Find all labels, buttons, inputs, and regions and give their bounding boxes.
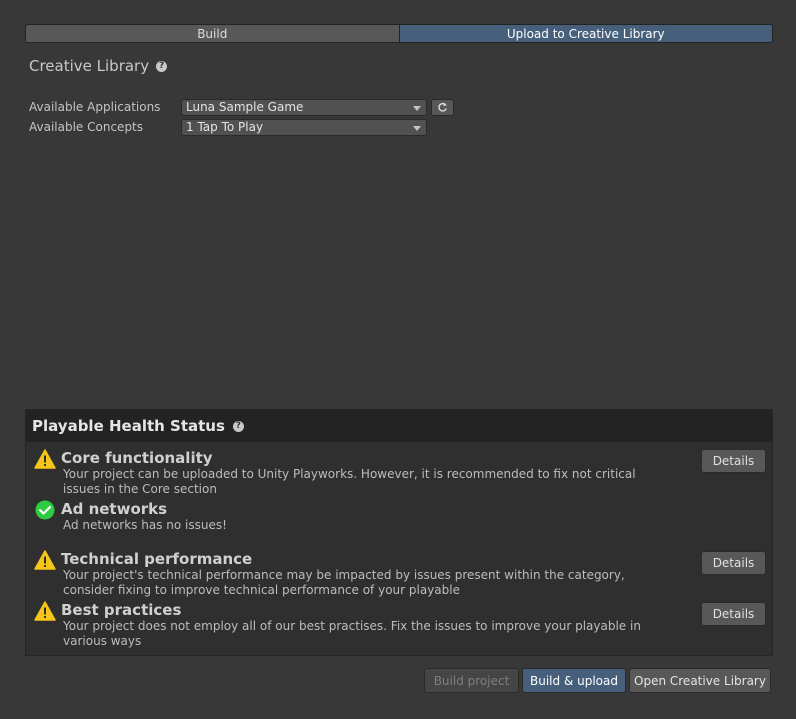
health-status-title: Playable Health Status — [32, 417, 225, 435]
health-item-technical-performance: Technical performance Your project's tec… — [26, 550, 772, 602]
chevron-down-icon — [413, 105, 421, 111]
core-functionality-details-button[interactable]: Details — [701, 449, 766, 473]
health-item-title: Best practices — [61, 601, 182, 619]
applications-row: Available Applications Luna Sample Game — [29, 98, 454, 116]
health-item-title: Ad networks — [61, 500, 168, 518]
open-creative-library-button[interactable]: Open Creative Library — [629, 668, 771, 693]
health-item-core-functionality: Core functionality Your project can be u… — [26, 449, 772, 501]
health-status-header: Playable Health Status ? — [26, 410, 772, 442]
applications-value: Luna Sample Game — [186, 100, 304, 114]
health-item-ad-networks: Ad networks Ad networks has no issues! — [26, 500, 772, 536]
section-title: Creative Library — [29, 57, 150, 75]
health-status-panel: Playable Health Status ? Core functional… — [25, 409, 773, 656]
section-header: Creative Library ? — [29, 57, 168, 75]
health-item-description: Your project can be uploaded to Unity Pl… — [63, 467, 636, 496]
concepts-label: Available Concepts — [29, 120, 144, 134]
warning-icon — [34, 601, 56, 621]
health-item-best-practices: Best practices Your project does not emp… — [26, 601, 772, 653]
mode-tabs: Build Upload to Creative Library — [25, 24, 773, 43]
question-circle-icon[interactable]: ? — [156, 60, 168, 72]
best-practices-details-button[interactable]: Details — [701, 602, 766, 626]
applications-dropdown[interactable]: Luna Sample Game — [181, 98, 427, 116]
refresh-applications-button[interactable] — [431, 98, 454, 116]
health-item-title: Core functionality — [61, 449, 213, 467]
health-item-description: Ad networks has no issues! — [63, 518, 227, 532]
health-item-title: Technical performance — [61, 550, 253, 568]
concepts-value: 1 Tap To Play — [186, 120, 264, 134]
build-project-button[interactable]: Build project — [424, 668, 519, 693]
concepts-dropdown[interactable]: 1 Tap To Play — [181, 118, 427, 136]
warning-icon — [34, 449, 56, 469]
health-item-description: Your project's technical performance may… — [63, 568, 625, 597]
refresh-icon — [438, 102, 447, 112]
warning-icon — [34, 550, 56, 570]
concepts-row: Available Concepts 1 Tap To Play — [29, 118, 427, 136]
build-and-upload-button[interactable]: Build & upload — [522, 668, 626, 693]
check-icon — [35, 500, 55, 520]
chevron-down-icon — [413, 125, 421, 131]
question-circle-icon[interactable]: ? — [232, 420, 244, 432]
tab-upload-to-creative-library[interactable]: Upload to Creative Library — [398, 25, 772, 42]
health-item-description: Your project does not employ all of our … — [63, 619, 641, 648]
applications-label: Available Applications — [29, 100, 161, 114]
tab-build[interactable]: Build — [26, 25, 399, 42]
technical-performance-details-button[interactable]: Details — [701, 551, 766, 575]
